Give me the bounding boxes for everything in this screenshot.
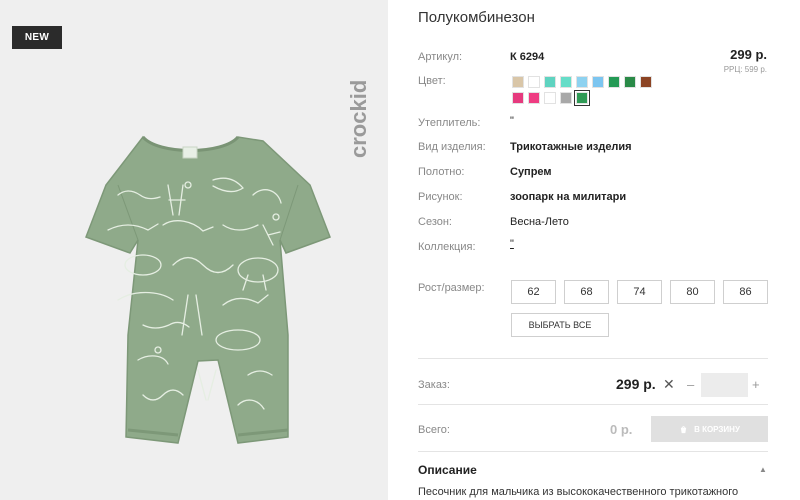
color-swatch[interactable] [528,92,540,104]
collapse-caret-icon[interactable]: ▲ [759,465,767,474]
color-swatch[interactable] [528,76,540,88]
add-to-cart-button[interactable]: В КОРЗИНУ [651,416,768,442]
print-label: Рисунок: [418,191,463,203]
type-value: Трикотажные изделия [510,141,632,153]
new-badge: NEW [12,26,62,49]
color-swatch[interactable] [560,76,572,88]
size-label: Рост/размер: [418,282,485,294]
description-title[interactable]: Описание [418,463,477,477]
article-label: Артикул: [418,51,463,63]
divider [418,404,768,405]
rrp-price: РРЦ: 599 р. [723,65,767,74]
color-swatch-selected[interactable] [574,90,590,106]
swatch-row-1 [512,76,662,88]
season-label: Сезон: [418,216,452,228]
color-swatch[interactable] [576,76,588,88]
size-options: 62 68 74 80 86 [511,280,768,304]
fabric-label: Полотно: [418,166,465,178]
order-price: 299 р. [616,376,656,392]
collection-label: Коллекция: [418,241,476,253]
color-swatches [512,76,662,108]
color-swatch[interactable] [592,76,604,88]
type-label: Вид изделия: [418,141,486,153]
season-value: Весна-Лето [510,216,569,228]
product-title: Полукомбинезон [418,9,535,26]
select-all-button[interactable]: ВЫБРАТЬ ВСЕ [511,313,609,337]
color-swatch[interactable] [560,92,572,104]
insulation-value: " [510,115,514,127]
quantity-input[interactable] [701,373,748,397]
decrease-button[interactable]: – [687,377,694,392]
color-swatch[interactable] [640,76,652,88]
total-label: Всего: [418,424,450,436]
brand-logo-text: crockid [346,80,371,158]
fabric-value: Супрем [510,166,552,178]
size-option-62[interactable]: 62 [511,280,556,304]
insulation-label: Утеплитель: [418,117,481,129]
color-swatch[interactable] [544,92,556,104]
divider [418,451,768,452]
color-swatch[interactable] [512,76,524,88]
print-value: зоопарк на милитари [510,191,627,203]
times-icon: ✕ [663,376,675,392]
collection-value: " [510,238,514,250]
cart-icon [680,425,687,433]
order-label: Заказ: [418,379,450,391]
product-price: 299 р. [730,47,767,62]
size-option-86[interactable]: 86 [723,280,768,304]
divider [418,358,768,359]
size-option-74[interactable]: 74 [617,280,662,304]
total-value: 0 р. [610,422,633,437]
add-to-cart-label: В КОРЗИНУ [694,424,740,434]
article-value: К 6294 [510,51,545,63]
color-swatch[interactable] [512,92,524,104]
color-swatch[interactable] [624,76,636,88]
romper-image [85,135,331,444]
color-swatch[interactable] [544,76,556,88]
color-label: Цвет: [418,75,446,87]
swatch-row-2 [512,90,662,106]
product-photo[interactable]: NEW crockid [0,0,388,500]
increase-button[interactable]: + [752,377,760,392]
description-text: Песочник для мальчика из высококачествен… [418,486,739,498]
size-option-68[interactable]: 68 [564,280,609,304]
size-option-80[interactable]: 80 [670,280,715,304]
color-swatch[interactable] [608,76,620,88]
